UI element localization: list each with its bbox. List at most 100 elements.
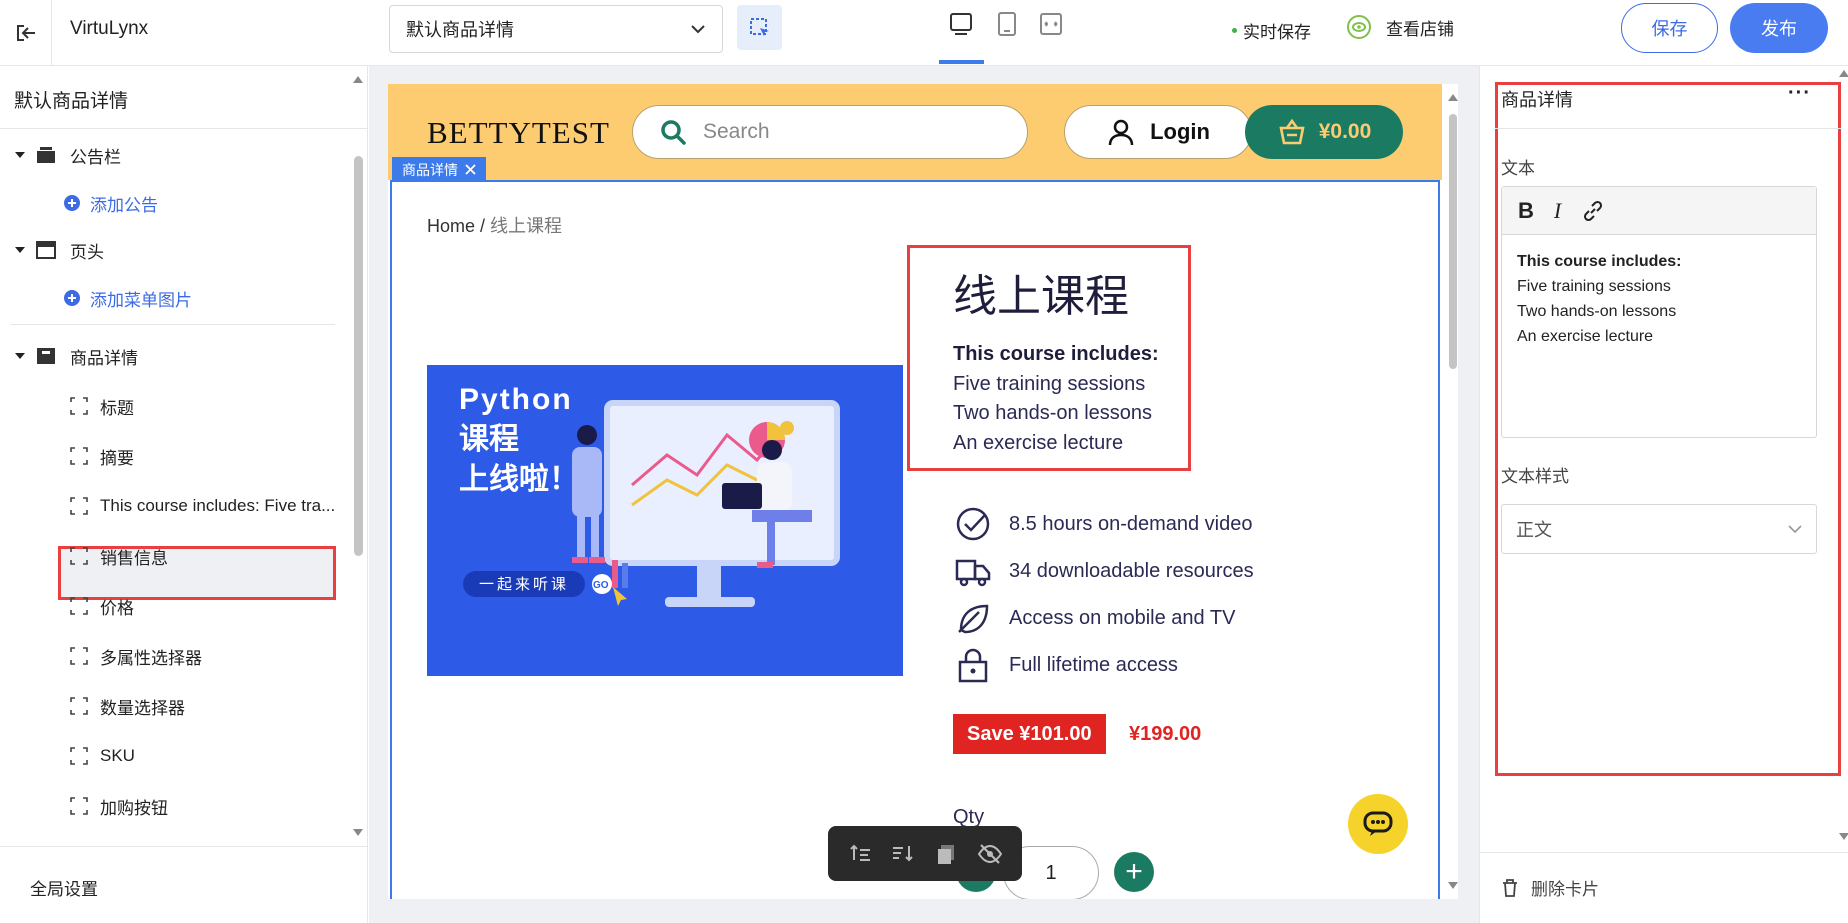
divider [10, 324, 335, 325]
select-cursor-icon [749, 17, 769, 36]
tree-section-header[interactable]: 页头 [14, 230, 354, 270]
block-frame-icon [70, 747, 88, 765]
feature-label: 8.5 hours on-demand video [1009, 512, 1253, 535]
editor-content[interactable]: This course includes: Five training sess… [1502, 235, 1816, 363]
section-tag[interactable]: 商品详情 [392, 157, 486, 182]
breadcrumb: Home / 线上课程 [427, 212, 562, 238]
breadcrumb-separator: / [475, 216, 491, 236]
block-frame-icon [70, 797, 88, 815]
view-store-link[interactable]: 查看店铺 [1346, 14, 1454, 40]
tree-section-announcement[interactable]: 公告栏 [14, 135, 354, 175]
image-pill-text: 一起来听课 [479, 575, 569, 593]
scroll-up-icon[interactable] [352, 74, 364, 84]
caret-down-icon [15, 152, 25, 158]
product-title[interactable]: 线上课程 [953, 260, 1129, 324]
fullscreen-view-icon[interactable] [1037, 10, 1065, 38]
product-description[interactable]: This course includes: Five training sess… [953, 340, 1159, 458]
tablet-view-icon[interactable] [993, 10, 1021, 38]
chat-icon[interactable] [1348, 794, 1408, 854]
image-go-text: GO [593, 580, 609, 591]
publish-button[interactable]: 发布 [1730, 3, 1828, 53]
text-style-label: 文本样式 [1501, 467, 1569, 486]
basket-icon [1279, 118, 1305, 145]
page-template-select[interactable]: 默认商品详情 [389, 5, 723, 53]
header-layout-icon [36, 241, 56, 259]
trash-icon [1503, 878, 1517, 897]
move-up-icon[interactable] [848, 842, 872, 866]
announcement-bar-icon [37, 147, 55, 163]
italic-icon[interactable]: I [1554, 198, 1561, 224]
shop-header[interactable]: BETTYTEST Search Login ¥0.00 [388, 84, 1442, 180]
description-line: Two hands-on lessons [953, 402, 1153, 424]
description-heading: This course includes: [953, 343, 1159, 365]
tree-item-label: 摘要 [100, 448, 134, 468]
tree-item[interactable]: 加购按钮 [70, 786, 410, 826]
save-button[interactable]: 保存 [1621, 3, 1718, 53]
close-icon[interactable] [465, 164, 476, 175]
duplicate-icon[interactable] [934, 842, 958, 866]
qty-increase-button[interactable]: + [1114, 852, 1154, 892]
select-element-button[interactable] [737, 5, 782, 50]
desktop-view-icon[interactable] [947, 10, 975, 38]
scroll-up-icon[interactable] [1839, 68, 1848, 78]
lock-icon [958, 648, 988, 683]
left-sidebar: 默认商品详情 公告栏 添加公告 页头 添加菜单图片 商品详情 标题 摘要 Thi… [0, 66, 368, 923]
delete-card-label: 删除卡片 [1531, 880, 1599, 899]
leaf-icon [958, 604, 989, 634]
search-icon [661, 120, 686, 145]
global-settings-footer[interactable]: 全局设置 [0, 846, 368, 923]
divider [0, 128, 368, 129]
shop-search-input[interactable]: Search [632, 105, 1028, 159]
editor-line: An exercise lecture [1517, 328, 1654, 345]
add-menu-image-label: 添加菜单图片 [90, 290, 192, 310]
move-down-icon[interactable] [891, 842, 915, 866]
sidebar-scrollbar[interactable] [354, 156, 363, 556]
scroll-down-icon[interactable] [1448, 881, 1458, 891]
rich-text-editor[interactable]: B I This course includes: Five training … [1501, 186, 1817, 438]
cart-button[interactable]: ¥0.00 [1245, 105, 1403, 159]
add-menu-image-link[interactable]: 添加菜单图片 [64, 278, 404, 318]
scroll-thumb[interactable] [1449, 114, 1457, 369]
feature-item: Access on mobile and TV [953, 598, 1235, 638]
hide-eye-icon[interactable] [977, 842, 1003, 866]
tree-item[interactable]: SKU [70, 736, 410, 776]
editor-line: Five training sessions [1517, 278, 1671, 295]
delete-card-button[interactable]: 删除卡片 [1501, 875, 1599, 900]
more-options-icon[interactable]: ··· [1788, 82, 1811, 105]
tree-section-product-detail[interactable]: 商品详情 [14, 336, 354, 376]
block-frame-icon [70, 697, 88, 715]
editor-line: Two hands-on lessons [1517, 303, 1677, 320]
feature-label: Access on mobile and TV [1009, 606, 1236, 629]
panel-scrollbar[interactable] [1839, 66, 1848, 852]
add-circle-icon [64, 195, 80, 211]
shop-brand[interactable]: BETTYTEST [427, 115, 610, 151]
scroll-up-icon[interactable] [1448, 92, 1458, 102]
chevron-down-icon [1788, 524, 1802, 533]
breadcrumb-current: 线上课程 [490, 216, 563, 236]
breadcrumb-home[interactable]: Home [427, 216, 475, 236]
divider [1495, 128, 1841, 129]
text-style-select[interactable]: 正文 [1501, 504, 1817, 554]
feature-item: 34 downloadable resources [953, 551, 1254, 591]
status-dot-icon [1232, 28, 1237, 33]
exit-icon[interactable] [0, 0, 52, 66]
login-button[interactable]: Login [1064, 105, 1252, 159]
product-image[interactable]: Python 课程 上线啦！ 一起来听课 GO [427, 365, 903, 676]
save-badge: Save ¥101.00 [953, 714, 1106, 754]
bold-icon[interactable]: B [1518, 198, 1534, 224]
preview-scrollbar[interactable] [1448, 84, 1458, 899]
sidebar-title: 默认商品详情 [14, 91, 129, 112]
scroll-down-icon[interactable] [1839, 832, 1848, 842]
product-detail-icon [37, 348, 55, 364]
tree-item[interactable]: 多属性选择器 [70, 636, 410, 676]
section-tag-label: 商品详情 [402, 161, 458, 178]
scroll-down-icon[interactable] [352, 828, 364, 838]
add-announcement-link[interactable]: 添加公告 [64, 183, 404, 223]
global-settings-label: 全局设置 [30, 880, 98, 899]
block-floating-toolbar [828, 826, 1022, 881]
tree-item[interactable]: 价格 [70, 586, 410, 626]
tree-item[interactable]: 数量选择器 [70, 686, 410, 726]
feature-item: Full lifetime access [953, 645, 1178, 685]
link-icon[interactable] [1581, 199, 1605, 223]
tree-item-label: 加购按钮 [100, 798, 168, 818]
